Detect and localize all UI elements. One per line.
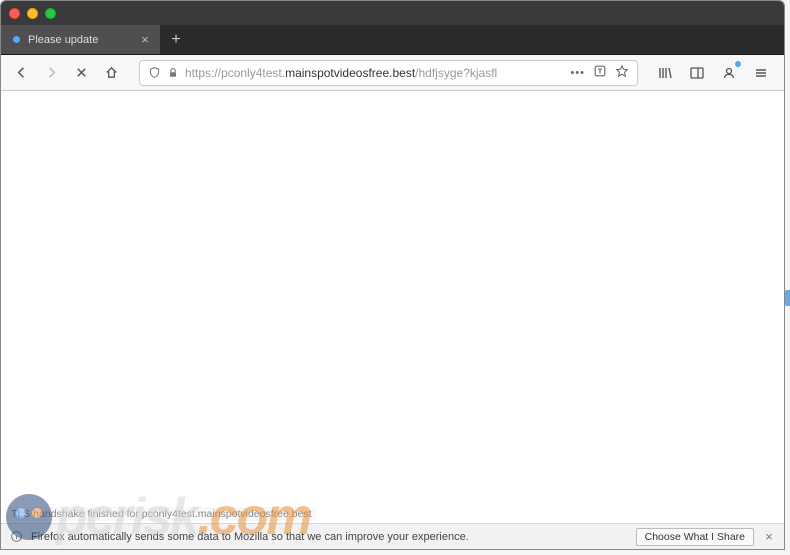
- bookmark-star-icon[interactable]: [615, 64, 629, 81]
- tab-bar: Please update × +: [1, 25, 784, 55]
- tab-loading-icon: [13, 36, 20, 43]
- navigation-toolbar: https://pconly4test.mainspotvideosfree.b…: [1, 55, 784, 91]
- new-tab-button[interactable]: +: [161, 25, 191, 54]
- home-button[interactable]: [99, 61, 123, 85]
- menu-icon[interactable]: [750, 62, 772, 84]
- window-close-button[interactable]: [9, 8, 20, 19]
- choose-share-button[interactable]: Choose What I Share: [636, 528, 754, 546]
- right-edge-marker: [785, 290, 790, 306]
- page-content: [1, 91, 784, 523]
- info-icon: [9, 530, 23, 544]
- browser-window: Please update × + https://pconly4tes: [0, 0, 785, 550]
- status-bar: TLS handshake finished for pconly4test.m…: [7, 507, 316, 521]
- sidebar-icon[interactable]: [686, 62, 708, 84]
- window-minimize-button[interactable]: [27, 8, 38, 19]
- window-titlebar: [1, 1, 784, 25]
- browser-tab[interactable]: Please update ×: [1, 25, 161, 54]
- account-icon[interactable]: [718, 62, 740, 84]
- stop-button[interactable]: [69, 61, 93, 85]
- lock-icon[interactable]: [167, 67, 179, 79]
- tracking-shield-icon[interactable]: [148, 66, 161, 79]
- window-maximize-button[interactable]: [45, 8, 56, 19]
- telemetry-notice-bar: Firefox automatically sends some data to…: [1, 523, 784, 549]
- address-bar[interactable]: https://pconly4test.mainspotvideosfree.b…: [139, 60, 638, 86]
- reader-mode-icon[interactable]: [593, 64, 607, 81]
- url-domain: mainspotvideosfree.best: [285, 66, 415, 80]
- back-button[interactable]: [9, 61, 33, 85]
- url-protocol: https://: [185, 66, 221, 80]
- url-text: https://pconly4test.mainspotvideosfree.b…: [185, 66, 564, 80]
- urlbar-actions: •••: [570, 64, 629, 81]
- page-actions-icon[interactable]: •••: [570, 67, 585, 79]
- tab-title: Please update: [28, 34, 98, 46]
- notice-close-button[interactable]: ×: [762, 530, 776, 544]
- tab-close-button[interactable]: ×: [138, 33, 152, 47]
- url-path: /hdfjsyge?kjasfl: [415, 66, 497, 80]
- toolbar-right: [654, 62, 776, 84]
- notice-text: Firefox automatically sends some data to…: [31, 531, 628, 543]
- url-subdomain: pconly4test.: [221, 66, 285, 80]
- library-icon[interactable]: [654, 62, 676, 84]
- forward-button[interactable]: [39, 61, 63, 85]
